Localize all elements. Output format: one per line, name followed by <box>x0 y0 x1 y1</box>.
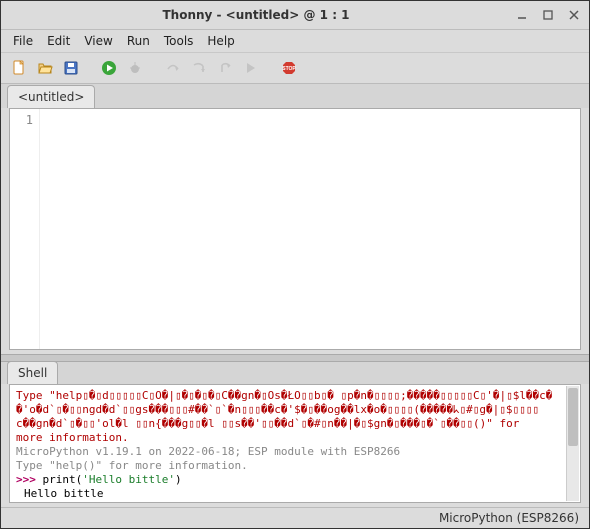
shell-prompt-1: >>> <box>16 473 43 486</box>
maximize-button[interactable] <box>539 6 557 24</box>
shell-input-pre: print( <box>43 473 83 486</box>
shell-garbled-tail: more information. <box>16 431 560 445</box>
statusbar: MicroPython (ESP8266) <box>1 507 589 528</box>
shell-version-line: MicroPython v1.19.1 on 2022-06-18; ESP m… <box>16 445 560 459</box>
editor-tab-untitled[interactable]: <untitled> <box>7 85 95 108</box>
editor[interactable]: 1 <box>9 108 581 350</box>
shell-prompt-2: >>> <box>16 501 36 503</box>
save-button[interactable] <box>61 58 81 78</box>
shell-info-line: Type "help()" for more information. <box>16 459 560 473</box>
shell-input-line-2[interactable]: >>> <box>16 501 560 503</box>
shell-garbled-1: Type "help▯�▯d▯▯▯▯▯C▯O�|▯�▯�▯�▯C��gn�▯Os… <box>16 389 560 403</box>
shell-input-line-1: >>> print('Hello bittle') <box>16 473 560 487</box>
editor-tab-label: <untitled> <box>18 90 84 104</box>
editor-tabs: <untitled> <box>1 84 589 108</box>
step-out-button[interactable] <box>215 58 235 78</box>
shell-output-1: Hello bittle <box>24 487 560 501</box>
new-file-button[interactable] <box>9 58 29 78</box>
line-number-gutter: 1 <box>10 109 40 349</box>
close-button[interactable] <box>565 6 583 24</box>
shell[interactable]: Type "help▯�▯d▯▯▯▯▯C▯O�|▯�▯�▯�▯C��gn�▯Os… <box>9 384 581 503</box>
svg-text:STOP: STOP <box>282 66 296 72</box>
step-into-button[interactable] <box>189 58 209 78</box>
line-number-1: 1 <box>10 113 33 127</box>
debug-button[interactable] <box>125 58 145 78</box>
menu-run[interactable]: Run <box>121 32 156 50</box>
toolbar: STOP <box>1 53 589 84</box>
shell-tab[interactable]: Shell <box>7 361 58 384</box>
menu-file[interactable]: File <box>7 32 39 50</box>
menu-view[interactable]: View <box>78 32 118 50</box>
app-window: Thonny - <untitled> @ 1 : 1 File Edit Vi… <box>0 0 590 529</box>
pane-splitter[interactable] <box>1 354 589 362</box>
resume-button[interactable] <box>241 58 261 78</box>
run-button[interactable] <box>99 58 119 78</box>
shell-content: Type "help▯�▯d▯▯▯▯▯C▯O�|▯�▯�▯�▯C��gn�▯Os… <box>16 389 574 503</box>
backend-indicator[interactable]: MicroPython (ESP8266) <box>439 511 579 525</box>
stop-button[interactable]: STOP <box>279 58 299 78</box>
menubar: File Edit View Run Tools Help <box>1 30 589 53</box>
shell-garbled-2: �'o�d`▯�▯▯ngd�d`▯▯gs���▯▯▯#��`▯`�n▯▯▯��c… <box>16 403 560 417</box>
menu-edit[interactable]: Edit <box>41 32 76 50</box>
shell-tab-label: Shell <box>18 366 47 380</box>
shell-garbled-3: c��gn�d`▯�▯▯'ol�l ▯▯n{���g▯▯�l ▯▯s��'▯▯�… <box>16 417 560 431</box>
minimize-button[interactable] <box>513 6 531 24</box>
shell-tabs: Shell <box>1 362 589 384</box>
window-title: Thonny - <untitled> @ 1 : 1 <box>7 8 505 22</box>
shell-input-str: 'Hello bittle' <box>82 473 175 486</box>
shell-input-post: ) <box>175 473 182 486</box>
menu-help[interactable]: Help <box>201 32 240 50</box>
code-area[interactable] <box>40 109 580 349</box>
shell-scrollbar[interactable] <box>566 386 579 501</box>
step-over-button[interactable] <box>163 58 183 78</box>
open-file-button[interactable] <box>35 58 55 78</box>
shell-scrollbar-thumb[interactable] <box>568 388 578 446</box>
menu-tools[interactable]: Tools <box>158 32 200 50</box>
titlebar: Thonny - <untitled> @ 1 : 1 <box>1 1 589 30</box>
